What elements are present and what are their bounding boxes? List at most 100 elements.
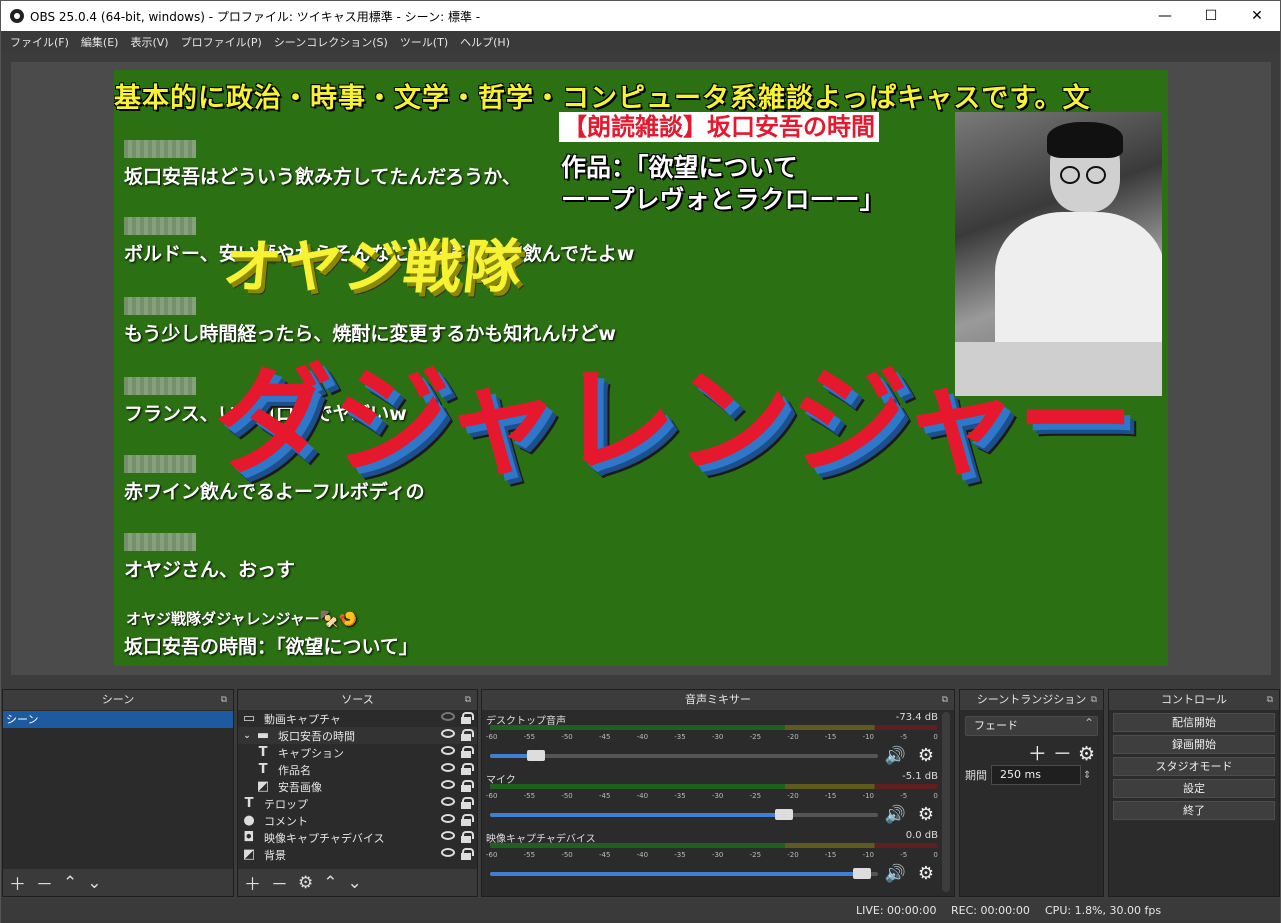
visibility-eye-icon[interactable] [441,780,455,789]
visibility-eye-icon[interactable] [441,729,455,738]
start-streaming-button[interactable]: 配信開始 [1113,713,1275,732]
source-item[interactable]: T 作品名 [238,761,477,778]
start-recording-button[interactable]: 録画開始 [1113,735,1275,754]
lock-icon[interactable] [461,780,474,792]
menu-edit[interactable]: 編集(E) [76,34,124,50]
move-down-button[interactable]: ⌄ [87,873,101,893]
transition-buttons: ＋ － ⚙ [960,739,1103,765]
duration-spin-icon[interactable]: ⇕ [1083,770,1091,781]
visibility-eye-icon[interactable] [441,848,455,857]
volume-knob[interactable] [852,868,871,879]
menu-view[interactable]: 表示(V) [125,34,173,50]
add-transition-button[interactable]: ＋ [1028,743,1047,765]
mixer-scrollbar[interactable] [942,712,950,892]
volume-meter [490,725,937,730]
meter-tick-label: -30 [711,733,724,741]
blurred-username [124,455,196,473]
float-dock-icon[interactable]: ⧉ [465,690,471,710]
visibility-eye-icon[interactable] [441,814,455,823]
volume-knob[interactable] [527,750,545,761]
transition-gear-icon[interactable]: ⚙ [1078,743,1095,765]
visibility-eye-icon[interactable] [441,797,455,806]
move-up-button[interactable]: ⌃ [63,873,77,893]
meter-tick-label: -60 [486,733,498,741]
meter-tick-label: -50 [561,733,573,741]
text-icon: T [258,745,268,760]
lock-icon[interactable] [461,797,474,809]
lock-icon[interactable] [461,712,474,724]
meter-ticks: -60 -55 -50 -45 -40 -35 -30 -25 -20 -15 -10 -5 0 [486,792,938,800]
meter-ticks: -60 -55 -50 -45 -40 -35 -30 -25 -20 -15 -10 -5 0 [486,851,938,859]
minimize-button[interactable]: — [1142,1,1188,31]
mixer-channel: マイク -5.1 dB -60 -55 -50 -45 -40 -35 -30 -25 -20-… [482,769,954,828]
source-item[interactable]: ◩ 安吾画像 [238,778,477,795]
menu-help[interactable]: ヘルプ(H) [455,34,515,50]
float-dock-icon[interactable]: ⧉ [1267,690,1273,710]
scenes-dock-title: シーン [101,693,135,706]
volume-slider[interactable] [490,750,878,761]
volume-slider[interactable] [490,809,878,820]
live-status: LIVE: 00:00:00 [856,904,937,917]
chevron-down-icon[interactable]: ⌄ [242,731,252,741]
lock-icon[interactable] [461,814,474,826]
visibility-eye-icon[interactable] [441,712,455,721]
gear-icon[interactable]: ⚙ [918,804,934,825]
meter-tick-label: -45 [598,733,611,741]
add-source-button[interactable]: ＋ [244,870,261,895]
source-properties-gear-icon[interactable]: ⚙ [298,873,313,893]
footer-caption-line2: 坂口安吾の時間：「欲望について」 [124,636,418,658]
float-dock-icon[interactable]: ⧉ [942,690,948,710]
float-dock-icon[interactable]: ⧉ [221,690,227,710]
remove-source-button[interactable]: － [271,870,288,895]
controls-dock-header: コントロール ⧉ [1109,690,1279,710]
lock-icon[interactable] [461,729,474,741]
menu-tools[interactable]: ツール(T) [395,34,453,50]
meter-tick-label: -10 [862,792,874,800]
remove-transition-button[interactable]: － [1053,743,1072,765]
volume-slider[interactable] [490,868,878,879]
visibility-eye-icon[interactable] [441,763,455,772]
source-item[interactable]: ◘ 映像キャプチャデバイス [238,829,477,846]
float-dock-icon[interactable]: ⧉ [1091,690,1097,710]
source-item[interactable]: ● コメント [238,812,477,829]
source-item[interactable]: ▭ 動画キャプチャ [238,710,477,727]
source-item[interactable]: ◩ 背景 [238,846,477,863]
visibility-eye-icon[interactable] [441,746,455,755]
volume-knob[interactable] [774,809,793,820]
add-scene-button[interactable]: ＋ [9,870,26,895]
duration-input[interactable]: 250 ms [991,765,1081,785]
source-group-item[interactable]: ⌄ ▬ 坂口安吾の時間 [238,727,477,744]
source-item[interactable]: T キャプション [238,744,477,761]
meter-tick-label: -35 [674,792,686,800]
speaker-icon[interactable]: 🔊 [885,864,906,884]
scene-list-item[interactable]: シーン [3,711,233,728]
transition-select[interactable]: フェード [965,714,1098,736]
menu-file[interactable]: ファイル(F) [5,34,74,50]
close-button[interactable]: ✕ [1234,1,1280,31]
source-item[interactable]: T テロップ [238,795,477,812]
exit-button[interactable]: 終了 [1113,801,1275,820]
menu-scene-collection[interactable]: シーンコレクション(S) [269,34,393,50]
studio-mode-button[interactable]: スタジオモード [1113,757,1275,776]
visibility-eye-icon[interactable] [441,831,455,840]
speaker-icon[interactable]: 🔊 [885,805,906,825]
lock-icon[interactable] [461,763,474,775]
preview-canvas[interactable]: 基本的に政治・時事・文学・哲学・コンピュータ系雑談よっぱキャスです。文 坂口安吾… [114,70,1168,666]
gear-icon[interactable]: ⚙ [918,745,934,766]
lock-icon[interactable] [461,746,474,758]
menu-profile[interactable]: プロファイル(P) [176,34,267,50]
obs-logo-icon [10,9,24,23]
remove-scene-button[interactable]: － [36,870,53,895]
gear-icon[interactable]: ⚙ [918,863,934,884]
maximize-button[interactable]: ☐ [1188,1,1234,31]
lock-icon[interactable] [461,848,474,860]
lock-icon[interactable] [461,831,474,843]
meter-tick-label: -20 [787,792,799,800]
settings-button[interactable]: 設定 [1113,779,1275,798]
window-title: OBS 25.0.4 (64-bit, windows) - プロファイル: ツ… [30,9,481,24]
move-down-button[interactable]: ⌄ [348,873,362,893]
meter-tick-label: -30 [711,792,724,800]
channel-db: -73.4 dB [895,712,938,723]
speaker-icon[interactable]: 🔊 [885,746,906,766]
move-up-button[interactable]: ⌃ [323,873,337,893]
